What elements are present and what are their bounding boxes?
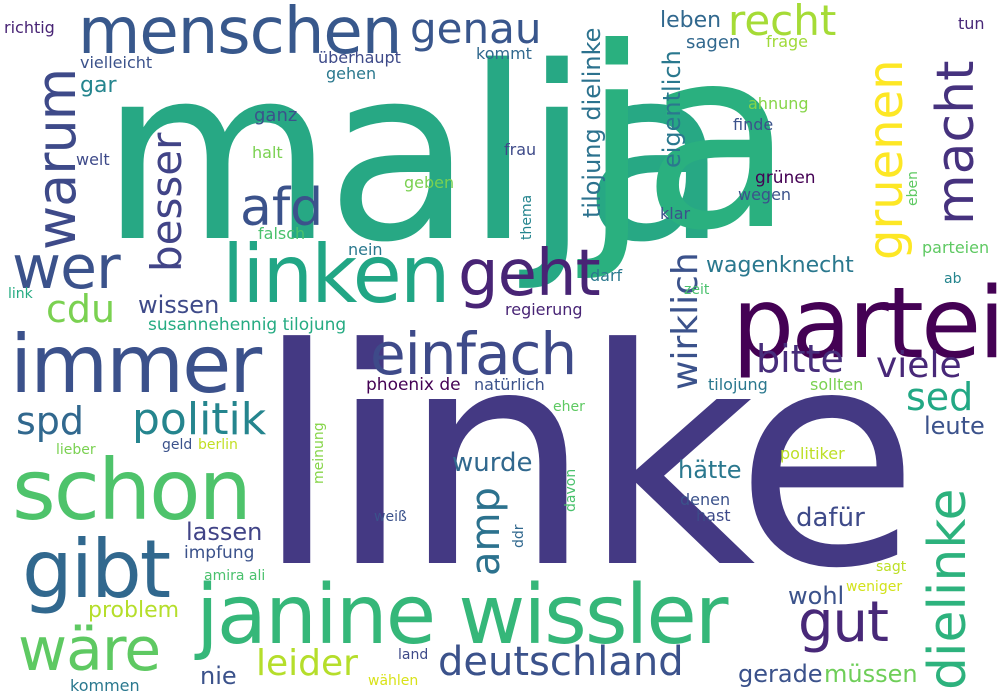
word: eher [553,399,585,415]
word: susannehennig tilojung [148,315,347,335]
word: cdu [46,287,116,331]
word: nie [200,662,237,690]
word: gehen [326,64,377,83]
word: amp [463,487,509,576]
word: ahnung [748,94,809,113]
word: impfung [184,543,255,563]
word: zeit [684,282,710,298]
word: sed [906,375,974,419]
word: weniger [846,579,903,595]
word: welt [76,150,110,169]
word: geht [458,237,601,311]
word: halt [252,143,283,162]
word: ganz [254,105,298,126]
word: kommen [70,676,140,695]
word: frau [504,140,537,159]
word: linken [222,228,451,321]
word: vielleicht [80,53,153,72]
word: frage [766,32,809,51]
word: finde [733,115,774,134]
word: dielinke [918,488,978,690]
word: wurde [452,448,533,478]
word: sollten [810,375,864,394]
word: lieber [56,442,96,458]
word: dafür [796,503,865,533]
word: parteien [922,238,990,257]
word: besser [142,132,191,272]
word: wegen [738,185,792,204]
word: immer [10,318,262,411]
word: tun [958,14,985,33]
word: leider [256,643,358,684]
word: tilojung dielinke [578,27,606,218]
word: sagen [686,32,741,53]
word: ddr [511,524,527,548]
word: leute [924,412,985,440]
word: ab [944,271,962,287]
word: klar [660,204,691,223]
word: wäre [18,615,161,685]
word: wissen [138,291,220,319]
word: hätte [678,456,742,484]
word: wohl [788,582,845,610]
word: gar [80,73,117,98]
word: geld [162,437,193,453]
word: regierung [505,300,583,319]
word: amira ali [204,568,266,584]
word: kommt [476,44,532,63]
word: weiß [374,509,407,525]
word: problem [88,598,180,623]
word: link [8,286,33,302]
word: deutschland [438,639,684,685]
word: thema [519,194,535,240]
word: spd [16,399,85,443]
word: politiker [780,444,845,463]
word: sagt [876,559,907,575]
word: geben [404,173,455,192]
word: davon [563,468,579,512]
word: wagenknecht [706,253,854,278]
word: wirklich [665,252,706,390]
word: wählen [368,673,419,689]
word: eigentlich [658,50,686,168]
word: leben [660,8,722,33]
word: richtig [4,18,55,37]
word: meinung [311,422,327,484]
word: falsch [258,224,306,243]
word: müssen [824,660,918,688]
word: natürlich [474,375,545,394]
word: nein [348,240,383,259]
word: gruenen [858,59,914,260]
word: berlin [198,437,238,453]
word: tilojung [708,375,768,394]
word: bitte [756,337,844,381]
word: hast [696,506,731,525]
word: darf [590,266,623,285]
word: politik [132,394,267,445]
word: phoenix de [366,375,461,395]
word-cloud: malja linke ja partei janine wissler imm… [0,0,1000,700]
word: macht [926,60,986,225]
word: gerade [738,660,823,688]
word: land [398,647,429,663]
word: lassen [186,518,263,546]
word: eben [905,171,921,206]
